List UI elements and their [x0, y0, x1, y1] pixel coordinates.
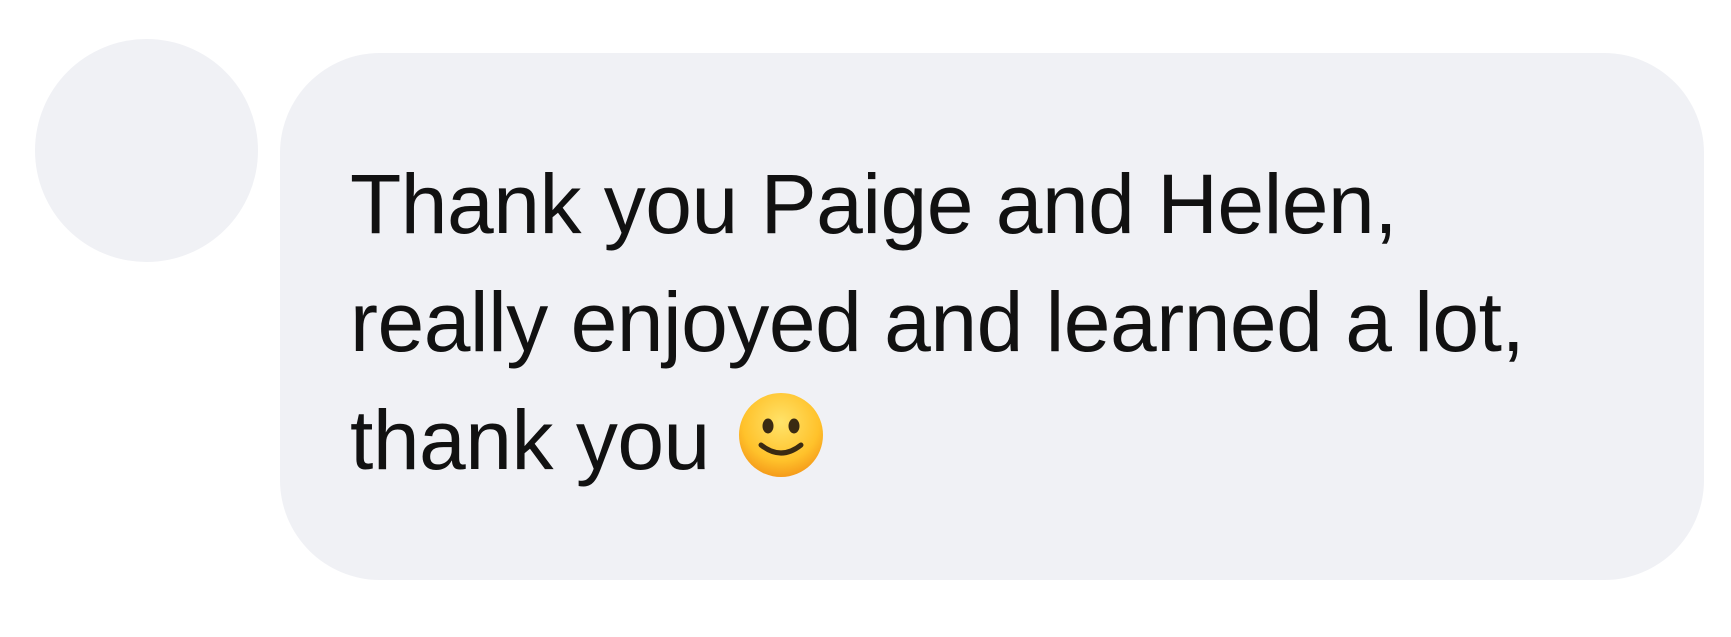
comment-bubble: Thank you Paige and Helen, really enjoye… — [280, 53, 1704, 580]
comment-line-2: really enjoyed and learned a lot, — [350, 274, 1525, 369]
slightly-smiling-face-icon — [737, 391, 825, 509]
comment-text: Thank you Paige and Helen, really enjoye… — [350, 125, 1525, 509]
comment-line-1: Thank you Paige and Helen, — [350, 156, 1398, 251]
avatar[interactable] — [35, 39, 258, 262]
comment-line-3: thank you — [350, 392, 710, 487]
